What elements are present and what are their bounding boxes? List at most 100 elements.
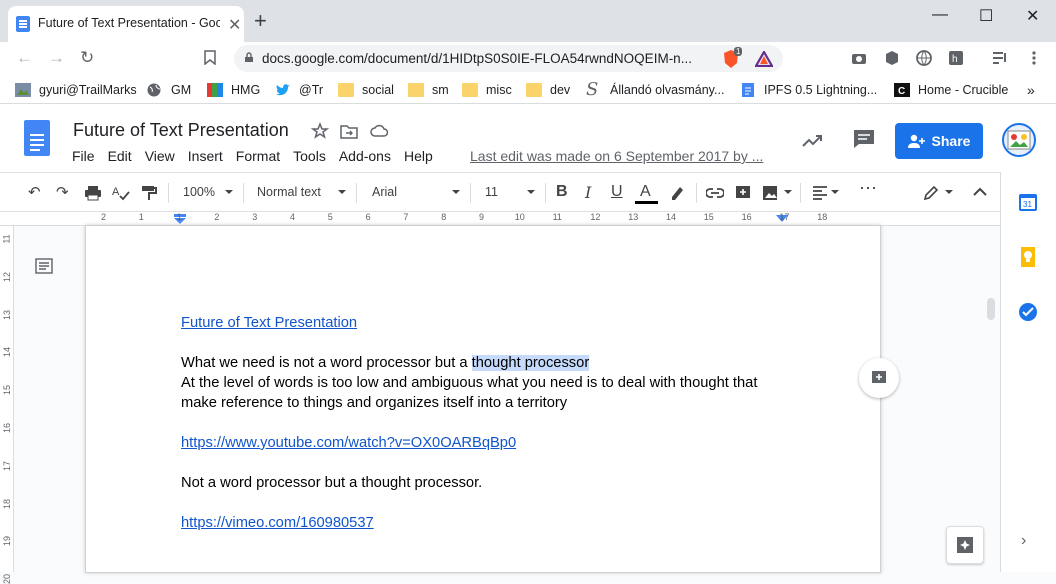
keep-icon[interactable]: [1019, 246, 1037, 268]
reading-list-icon[interactable]: [992, 50, 1008, 66]
insert-comment-icon[interactable]: [735, 185, 751, 201]
browser-tab[interactable]: Future of Text Presentation - Goog ✕: [8, 6, 244, 42]
ruler-tick-label: 12: [590, 212, 601, 222]
bookmark-ipfs[interactable]: IPFS 0.5 Lightning...: [740, 81, 877, 99]
toolbar-divider: [470, 183, 471, 203]
docs-logo-icon[interactable]: [24, 120, 50, 156]
new-tab-button[interactable]: +: [254, 10, 267, 32]
lock-icon: [245, 52, 253, 62]
bookmark-folder-sm[interactable]: sm: [408, 81, 449, 99]
bookmark-allando[interactable]: S Állandó olvasmány...: [586, 81, 724, 99]
bookmark-folder-social[interactable]: social: [338, 81, 394, 99]
print-icon[interactable]: [84, 185, 102, 201]
package-icon[interactable]: [884, 50, 900, 66]
insert-image-icon[interactable]: [762, 185, 778, 201]
toolbar-divider: [696, 183, 697, 203]
horizontal-ruler[interactable]: 2 1 1 2 3 4 5 6 7 8 9 10 11 12 13 14 15 16 17 18: [0, 212, 1000, 226]
camera-icon[interactable]: [851, 50, 867, 66]
menu-view[interactable]: View: [145, 148, 175, 164]
menu-addons[interactable]: Add-ons: [339, 148, 391, 164]
bookmark-twitter[interactable]: @Tr: [275, 81, 323, 99]
menu-format[interactable]: Format: [236, 148, 280, 164]
underline-icon[interactable]: U: [611, 183, 623, 201]
bookmark-icon[interactable]: [204, 50, 216, 65]
editing-mode-icon[interactable]: [923, 185, 939, 201]
globe-icon: [147, 83, 161, 97]
undo-icon[interactable]: ↶: [28, 183, 41, 201]
ruler-tick-label: 20: [2, 574, 13, 584]
menu-kebab-icon[interactable]: [1026, 50, 1042, 66]
avatar[interactable]: [1002, 123, 1036, 157]
vertical-ruler[interactable]: 11 12 13 14 15 16 17 18 19 20: [0, 226, 14, 584]
document-outline-icon[interactable]: [35, 258, 53, 274]
more-options-icon[interactable]: ⋯: [859, 178, 877, 199]
bookmark-gm[interactable]: GM: [147, 81, 191, 99]
menu-help[interactable]: Help: [404, 148, 433, 164]
back-icon[interactable]: ←: [16, 48, 33, 68]
expand-panel-icon[interactable]: ›: [1021, 532, 1026, 550]
last-edit-link[interactable]: Last edit was made on 6 September 2017 b…: [470, 148, 763, 164]
svg-text:A: A: [112, 186, 120, 198]
document-title[interactable]: Future of Text Presentation: [73, 120, 289, 141]
minimize-button[interactable]: —: [932, 6, 948, 24]
heading-link[interactable]: Future of Text Presentation: [181, 315, 357, 331]
menu-insert[interactable]: Insert: [188, 148, 223, 164]
menu-edit[interactable]: Edit: [108, 148, 132, 164]
reload-icon[interactable]: ↻: [80, 48, 94, 68]
text-color-swatch: [635, 201, 658, 204]
folder-icon: [462, 83, 478, 97]
bookmark-trailmarks[interactable]: gyuri@TrailMarks: [15, 81, 137, 99]
vimeo-link[interactable]: https://vimeo.com/160980537: [181, 515, 374, 531]
ruler-tick-label: 9: [479, 212, 485, 222]
italic-icon[interactable]: I: [585, 183, 591, 202]
insert-link-icon[interactable]: [706, 187, 724, 199]
paragraph-style-select[interactable]: Normal text: [257, 185, 321, 199]
brave-rewards-icon[interactable]: [755, 51, 773, 67]
bookmark-crucible[interactable]: C Home - Crucible: [894, 81, 1008, 99]
redo-icon[interactable]: ↷: [56, 183, 69, 201]
highlight-color-icon[interactable]: [669, 185, 685, 201]
folder-icon: [526, 83, 542, 97]
explore-button[interactable]: [946, 526, 984, 564]
forward-icon[interactable]: →: [48, 48, 65, 68]
add-comment-button[interactable]: [859, 358, 899, 398]
font-select[interactable]: Arial: [372, 185, 397, 199]
menu-file[interactable]: File: [72, 148, 95, 164]
maximize-button[interactable]: ☐: [979, 6, 993, 26]
calendar-icon[interactable]: 31: [1018, 192, 1038, 212]
close-window-button[interactable]: ✕: [1026, 6, 1039, 26]
bookmark-folder-misc[interactable]: misc: [462, 81, 512, 99]
folder-icon: [338, 83, 354, 97]
spellcheck-icon[interactable]: A: [112, 185, 130, 201]
zoom-select[interactable]: 100%: [183, 185, 215, 199]
bookmark-folder-dev[interactable]: dev: [526, 81, 570, 99]
move-to-folder-icon[interactable]: [340, 122, 358, 140]
bookmarks-overflow-icon[interactable]: »: [1027, 81, 1035, 99]
activity-trend-icon[interactable]: [802, 132, 824, 148]
share-button[interactable]: Share: [895, 123, 983, 159]
tab-close-icon[interactable]: ✕: [228, 15, 241, 35]
collapse-menus-icon[interactable]: [973, 187, 987, 197]
globe-extension-icon[interactable]: [916, 50, 932, 66]
bookmark-hmg[interactable]: HMG: [207, 81, 260, 99]
hypothesis-icon[interactable]: h: [948, 50, 964, 66]
toolbar-divider: [243, 183, 244, 203]
cloud-status-icon[interactable]: [370, 122, 388, 140]
align-left-icon[interactable]: [812, 186, 828, 200]
browser-toolbar: ← → ↻ docs.google.com/document/d/1HIDtpS…: [0, 42, 1056, 74]
youtube-link[interactable]: https://www.youtube.com/watch?v=OX0OARBq…: [181, 435, 516, 451]
tasks-icon[interactable]: [1018, 302, 1038, 322]
document-page[interactable]: Future of Text Presentation What we need…: [86, 226, 880, 572]
scrollbar-thumb[interactable]: [987, 298, 995, 320]
menu-tools[interactable]: Tools: [293, 148, 326, 164]
star-icon[interactable]: [311, 122, 329, 140]
ruler-tick-label: 13: [628, 212, 639, 222]
comment-history-icon[interactable]: [853, 129, 875, 149]
text-color-icon[interactable]: A: [640, 183, 651, 201]
font-size-select[interactable]: 11: [485, 185, 498, 199]
paint-format-icon[interactable]: [141, 185, 157, 201]
ruler-tick-label: 11: [1, 234, 12, 244]
address-bar[interactable]: docs.google.com/document/d/1HIDtpS0S0IE-…: [234, 45, 783, 72]
person-icon: [907, 134, 925, 148]
bold-icon[interactable]: B: [556, 183, 568, 201]
